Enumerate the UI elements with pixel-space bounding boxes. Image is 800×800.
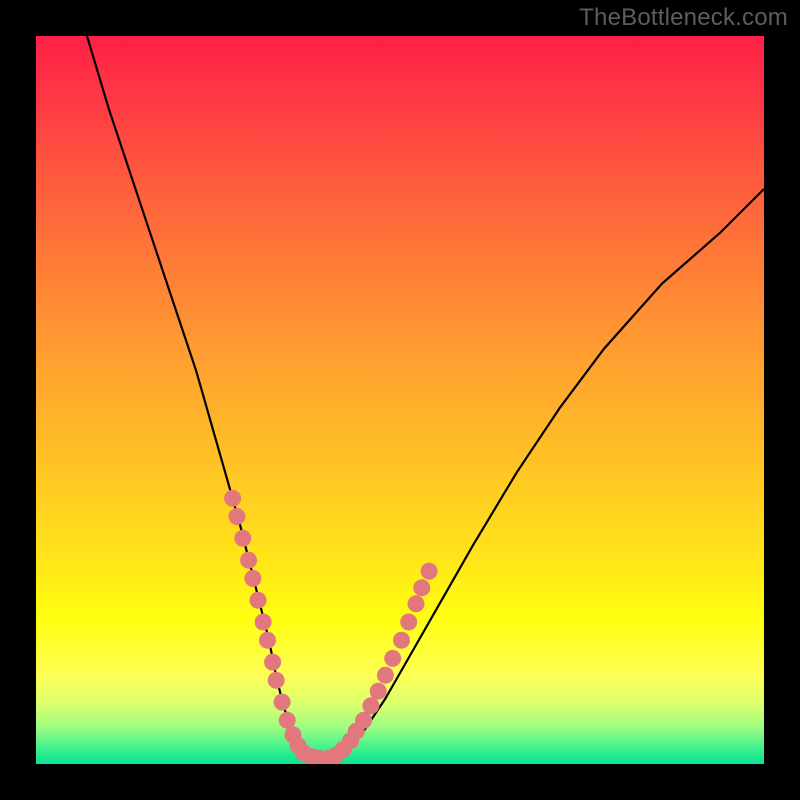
marker-dot: [413, 579, 430, 596]
marker-dot: [228, 508, 245, 525]
plot-area: [36, 36, 764, 764]
marker-dot: [377, 667, 394, 684]
marker-dot: [408, 595, 425, 612]
marker-dot: [244, 570, 261, 587]
marker-dot: [250, 592, 267, 609]
marker-dot: [234, 530, 251, 547]
marker-dot: [240, 552, 257, 569]
marker-dot: [268, 672, 285, 689]
marker-dot: [264, 654, 281, 671]
marker-dot: [393, 632, 410, 649]
marker-dot: [384, 650, 401, 667]
marker-dot: [224, 490, 241, 507]
marker-dot: [259, 632, 276, 649]
chart-frame: TheBottleneck.com: [0, 0, 800, 800]
marker-dot: [274, 694, 291, 711]
watermark-text: TheBottleneck.com: [579, 4, 788, 32]
marker-dot: [421, 563, 438, 580]
marker-dots-group: [224, 490, 438, 764]
bottleneck-curve: [87, 36, 764, 760]
curve-layer: [36, 36, 764, 764]
marker-dot: [370, 683, 387, 700]
marker-dot: [362, 697, 379, 714]
marker-dot: [400, 614, 417, 631]
marker-dot: [255, 614, 272, 631]
marker-dot: [355, 712, 372, 729]
marker-dot: [279, 712, 296, 729]
